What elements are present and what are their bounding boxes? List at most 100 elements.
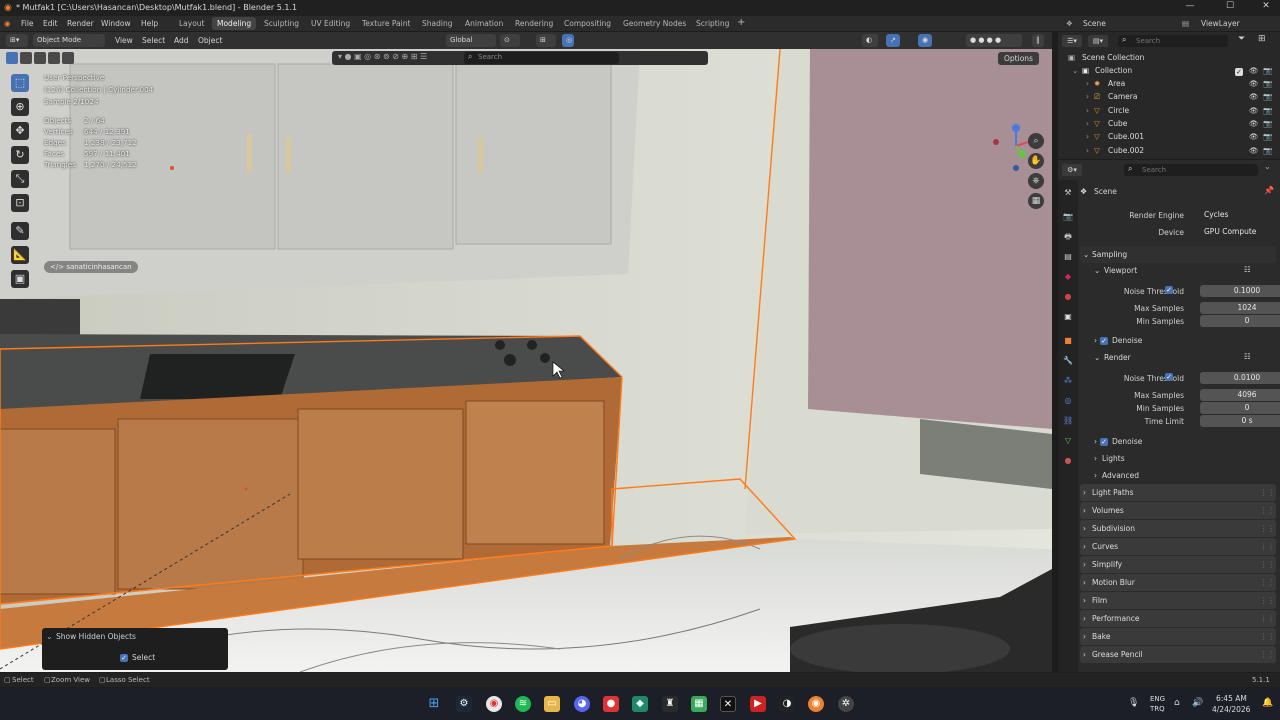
device-dropdown[interactable]: GPU Compute — [1200, 226, 1280, 238]
tab-rendering[interactable]: Rendering — [515, 19, 553, 28]
tab-animation[interactable]: Animation — [465, 19, 503, 28]
pivot-icon[interactable]: ⊙ — [500, 34, 520, 47]
select-new-icon[interactable] — [6, 52, 18, 64]
r-denoise-checkbox[interactable]: ✓ — [1100, 437, 1108, 446]
drag-handle-icon[interactable]: ⋮⋮ — [1260, 610, 1275, 627]
menu-help[interactable]: Help — [141, 19, 158, 28]
menu-edit[interactable]: Edit — [43, 19, 58, 28]
scale-tool-icon[interactable]: ⤡ — [11, 170, 29, 188]
chrome-icon[interactable]: ◉ — [486, 696, 502, 712]
panel-section-header[interactable]: › Motion Blur ⋮⋮ — [1080, 574, 1276, 591]
tab-modeling[interactable]: Modeling — [212, 17, 257, 30]
maximize-button[interactable]: ☐ — [1218, 1, 1242, 15]
proportional-editing-icon[interactable]: ◎ — [562, 34, 574, 47]
eye-icon[interactable]: 👁 — [1249, 106, 1259, 115]
camera-view-icon[interactable]: ⎈ — [1028, 173, 1044, 189]
measure-tool-icon[interactable]: 📐 — [11, 246, 29, 264]
camera-render-icon[interactable]: 📷 — [1263, 146, 1272, 155]
tab-scripting[interactable]: Scripting — [696, 19, 729, 28]
tab-layout[interactable]: Layout — [179, 19, 205, 28]
panel-section-header[interactable]: › Simplify ⋮⋮ — [1080, 556, 1276, 573]
eye-icon[interactable]: 👁 — [1249, 132, 1259, 141]
panel-section-header[interactable]: › Performance ⋮⋮ — [1080, 610, 1276, 627]
tab-sculpting[interactable]: Sculpting — [264, 19, 299, 28]
gizmo-icon[interactable]: ↗ — [886, 34, 900, 47]
clock-time[interactable]: 6:45 AM — [1216, 694, 1247, 703]
transform-orientation[interactable]: Global — [446, 34, 496, 47]
zoom-icon[interactable]: ⌕ — [1028, 133, 1044, 149]
expand-arrow-icon[interactable]: › — [1086, 119, 1089, 128]
camera-render-icon[interactable]: 📷 — [1263, 66, 1272, 75]
noise-threshold-checkbox[interactable]: ✓ — [1165, 372, 1173, 381]
outliner-item[interactable]: › ▽ Circle 👁 📷 — [1058, 106, 1280, 119]
viewport-subpanel-arrow-icon[interactable]: ⌄ — [1094, 266, 1100, 275]
blender-menu-icon[interactable]: ◉ — [4, 19, 11, 28]
eye-icon[interactable]: 👁 — [1249, 79, 1259, 88]
constraints-tab-icon[interactable]: ⛓ — [1063, 416, 1073, 426]
noise-threshold-checkbox[interactable]: ✓ — [1165, 285, 1173, 294]
move-tool-icon[interactable]: ✥ — [11, 122, 29, 140]
r-min-samples-field[interactable]: 0 — [1200, 402, 1280, 414]
exclude-checkbox[interactable]: ✓ — [1235, 67, 1243, 76]
data-tab-icon[interactable]: ▽ — [1063, 436, 1073, 446]
advanced-arrow-icon[interactable]: › — [1094, 471, 1097, 480]
camera-render-icon[interactable]: 📷 — [1263, 92, 1272, 101]
advanced-subpanel-title[interactable]: Advanced — [1102, 471, 1139, 480]
browser-app-icon[interactable]: ◑ — [779, 696, 795, 712]
panel-section-header[interactable]: › Light Paths ⋮⋮ — [1080, 484, 1276, 501]
drag-handle-icon[interactable]: ⋮⋮ — [1260, 556, 1275, 573]
camera-render-icon[interactable]: 📷 — [1263, 132, 1272, 141]
render-subpanel-arrow-icon[interactable]: ⌄ — [1094, 353, 1100, 362]
viewport-subpanel-title[interactable]: Viewport — [1104, 266, 1137, 275]
expand-arrow-icon[interactable]: › — [1086, 146, 1089, 155]
drag-handle-icon[interactable]: ⋮⋮ — [1260, 538, 1275, 555]
start-button-icon[interactable]: ⊞ — [426, 696, 442, 712]
discord-icon[interactable]: ◕ — [574, 696, 590, 712]
camera-render-icon[interactable]: 📷 — [1263, 119, 1272, 128]
vp-noise-threshold-field[interactable]: 0.1000 — [1200, 285, 1280, 297]
recorder-icon[interactable]: ● — [603, 696, 619, 712]
cursor-tool-icon[interactable]: ⊕ — [11, 98, 29, 116]
ortho-grid-icon[interactable]: ▦ — [1028, 193, 1044, 209]
editor-type-button[interactable]: ⊞▾ — [6, 34, 28, 47]
keyboard-layout[interactable]: TRQ — [1150, 705, 1165, 713]
outliner-item[interactable]: › ▽ Cube.002 👁 📷 — [1058, 146, 1280, 159]
panel-section-header[interactable]: › Film ⋮⋮ — [1080, 592, 1276, 609]
select-invert-icon[interactable] — [48, 52, 60, 64]
media-app-icon[interactable]: ▶ — [750, 696, 766, 712]
chatgpt-icon[interactable]: ✲ — [838, 696, 854, 712]
outliner-item[interactable]: › ▽ Cube.001 👁 📷 — [1058, 132, 1280, 145]
time-limit-field[interactable]: 0 s — [1200, 415, 1280, 427]
editor-type-icon[interactable]: ☰▾ — [1062, 35, 1082, 47]
steam-icon[interactable]: ⚙ — [456, 696, 472, 712]
view-layer-name[interactable]: ViewLayer — [1201, 19, 1240, 28]
lights-arrow-icon[interactable]: › — [1094, 454, 1097, 463]
transform-tool-icon[interactable]: ⊡ — [11, 194, 29, 212]
vp-min-samples-field[interactable]: 0 — [1200, 315, 1280, 327]
r-noise-threshold-field[interactable]: 0.0100 — [1200, 372, 1280, 384]
sampling-panel-header[interactable]: ⌄ Sampling — [1080, 246, 1276, 263]
filter-icons[interactable]: ▾ ● ▣ ◎ ⊛ ⊚ ⊘ ⊕ ⊞ ☰ — [338, 52, 427, 61]
scene-tab-icon[interactable]: ◆ — [1063, 272, 1073, 282]
select-subtract-icon[interactable] — [34, 52, 46, 64]
select-checkbox[interactable]: ✓ — [120, 653, 128, 662]
panel-section-header[interactable]: › Curves ⋮⋮ — [1080, 538, 1276, 555]
close-button[interactable]: ✕ — [1254, 1, 1278, 15]
menu-render[interactable]: Render — [67, 19, 94, 28]
panel-section-header[interactable]: › Bake ⋮⋮ — [1080, 628, 1276, 645]
menu-window[interactable]: Window — [101, 19, 131, 28]
mode-selector[interactable]: Object Mode — [33, 34, 105, 47]
clock-date[interactable]: 4/24/2026 — [1212, 705, 1250, 714]
scene-name[interactable]: Scene — [1083, 19, 1106, 28]
3d-viewport[interactable]: User Perspective (126) Collection | Cyli… — [0, 49, 1052, 672]
preset-icon[interactable]: ☷ — [1244, 352, 1251, 361]
outliner-item[interactable]: › ▽ Cube 👁 📷 — [1058, 119, 1280, 132]
drag-handle-icon[interactable]: ⋮⋮ — [1260, 502, 1275, 519]
outliner-search-input[interactable]: ⌕ Search — [1118, 35, 1228, 47]
menu-view[interactable]: View — [115, 36, 133, 45]
panel-options-icon[interactable]: ⌄ — [1264, 162, 1271, 171]
viewport-search-input[interactable]: ⌕ Search — [464, 52, 619, 64]
tab-geometry-nodes[interactable]: Geometry Nodes — [623, 19, 686, 28]
expand-arrow-icon[interactable]: › — [1086, 79, 1089, 88]
select-intersect-icon[interactable] — [62, 52, 74, 64]
